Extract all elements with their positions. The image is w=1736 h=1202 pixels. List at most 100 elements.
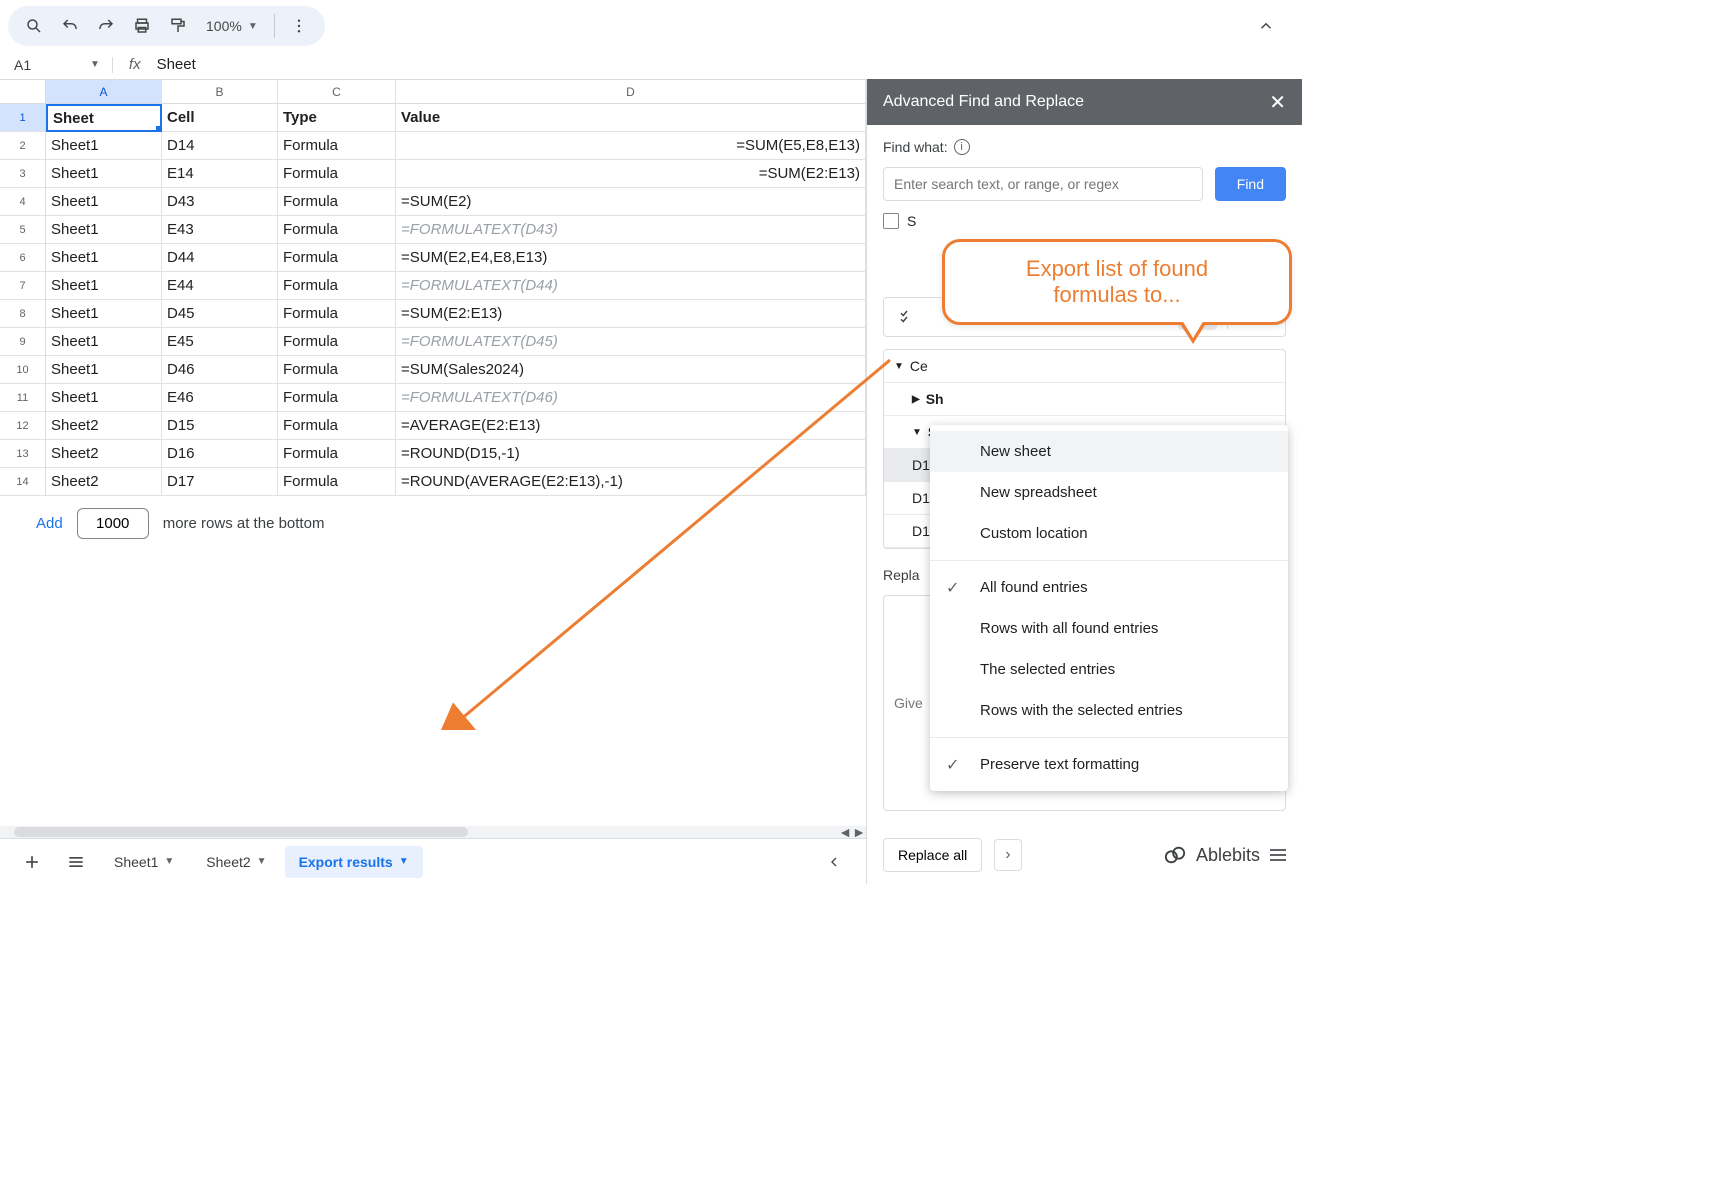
replace-all-button[interactable]: Replace all <box>883 838 982 872</box>
cell[interactable]: Formula <box>278 300 396 328</box>
cell[interactable]: =SUM(E2:E13) <box>396 300 866 328</box>
cell[interactable]: E46 <box>162 384 278 412</box>
menu-item[interactable]: The selected entries <box>930 649 1288 690</box>
cell[interactable]: Formula <box>278 328 396 356</box>
cell[interactable]: Sheet2 <box>46 468 162 496</box>
cell[interactable]: =FORMULATEXT(D45) <box>396 328 866 356</box>
collapse-toolbar-icon[interactable] <box>1248 8 1284 44</box>
print-icon[interactable] <box>126 10 158 42</box>
cell[interactable]: Formula <box>278 440 396 468</box>
cell[interactable]: =ROUND(AVERAGE(E2:E13),-1) <box>396 468 866 496</box>
row-header[interactable]: 1 <box>0 104 46 132</box>
cell[interactable]: D44 <box>162 244 278 272</box>
menu-item[interactable]: Rows with all found entries <box>930 608 1288 649</box>
menu-item[interactable]: Custom location <box>930 513 1288 554</box>
formula-bar-content[interactable]: Sheet <box>157 56 196 73</box>
row-header[interactable]: 8 <box>0 300 46 328</box>
info-icon[interactable]: i <box>954 139 970 155</box>
cell[interactable]: E45 <box>162 328 278 356</box>
tab-export-results[interactable]: Export results▼ <box>285 846 423 878</box>
cell[interactable]: E44 <box>162 272 278 300</box>
col-header-A[interactable]: A <box>46 80 162 104</box>
redo-icon[interactable] <box>90 10 122 42</box>
search-within-row[interactable]: S <box>883 213 1286 229</box>
menu-item[interactable]: Rows with the selected entries <box>930 690 1288 731</box>
cell[interactable]: Formula <box>278 160 396 188</box>
cell[interactable]: Formula <box>278 244 396 272</box>
cell[interactable]: Sheet1 <box>46 244 162 272</box>
cell[interactable]: Sheet1 <box>46 132 162 160</box>
cell[interactable]: D14 <box>162 132 278 160</box>
cell[interactable]: D17 <box>162 468 278 496</box>
paint-format-icon[interactable] <box>162 10 194 42</box>
cell[interactable]: Sheet1 <box>46 272 162 300</box>
tree-group[interactable]: ▶Sh <box>884 383 1285 416</box>
cell[interactable]: =SUM(E2:E13) <box>396 160 866 188</box>
menu-icon[interactable] <box>1270 849 1286 861</box>
cell[interactable]: Sheet1 <box>46 328 162 356</box>
row-header[interactable]: 5 <box>0 216 46 244</box>
cell[interactable]: Sheet2 <box>46 412 162 440</box>
menu-item[interactable]: ✓Preserve text formatting <box>930 744 1288 785</box>
cell[interactable]: Formula <box>278 412 396 440</box>
cell[interactable]: =SUM(E2) <box>396 188 866 216</box>
more-icon[interactable] <box>283 10 315 42</box>
cell[interactable]: D45 <box>162 300 278 328</box>
cell[interactable]: D43 <box>162 188 278 216</box>
next-result-button[interactable]: › <box>994 839 1021 871</box>
row-header[interactable]: 2 <box>0 132 46 160</box>
all-sheets-button[interactable] <box>56 843 96 881</box>
horizontal-scrollbar[interactable]: ◄ ► <box>0 826 866 838</box>
cell[interactable]: Cell <box>162 104 278 132</box>
undo-icon[interactable] <box>54 10 86 42</box>
cell[interactable]: D15 <box>162 412 278 440</box>
menu-item[interactable]: New sheet <box>930 431 1288 472</box>
search-input[interactable] <box>883 167 1203 201</box>
add-rows-input[interactable] <box>77 508 149 539</box>
col-header-D[interactable]: D <box>396 80 866 104</box>
cell[interactable]: Formula <box>278 216 396 244</box>
row-header[interactable]: 6 <box>0 244 46 272</box>
row-header[interactable]: 4 <box>0 188 46 216</box>
scroll-right-icon[interactable]: ► <box>852 825 866 839</box>
tab-sheet2[interactable]: Sheet2▼ <box>192 846 280 878</box>
find-button[interactable]: Find <box>1215 167 1286 201</box>
menu-item[interactable]: ✓All found entries <box>930 567 1288 608</box>
row-header[interactable]: 11 <box>0 384 46 412</box>
cell[interactable]: =AVERAGE(E2:E13) <box>396 412 866 440</box>
cell[interactable]: Value <box>396 104 866 132</box>
row-header[interactable]: 14 <box>0 468 46 496</box>
select-all-corner[interactable] <box>0 80 46 104</box>
cell[interactable]: Sheet1 <box>46 188 162 216</box>
col-header-B[interactable]: B <box>162 80 278 104</box>
row-header[interactable]: 3 <box>0 160 46 188</box>
cell[interactable]: =ROUND(D15,-1) <box>396 440 866 468</box>
cell[interactable]: Sheet1 <box>46 384 162 412</box>
cell[interactable]: Sheet1 <box>46 216 162 244</box>
checkbox-icon[interactable] <box>883 213 899 229</box>
select-all-icon[interactable] <box>892 304 922 330</box>
cell[interactable]: Sheet1 <box>46 160 162 188</box>
tab-sheet1[interactable]: Sheet1▼ <box>100 846 188 878</box>
tab-scroll-left-icon[interactable] <box>814 843 854 881</box>
cell[interactable]: Formula <box>278 356 396 384</box>
cell[interactable]: =SUM(E5,E8,E13) <box>396 132 866 160</box>
cell[interactable]: Formula <box>278 132 396 160</box>
zoom-selector[interactable]: 100%▼ <box>198 18 266 34</box>
close-icon[interactable]: ✕ <box>1269 90 1286 115</box>
add-sheet-button[interactable] <box>12 843 52 881</box>
add-rows-link[interactable]: Add <box>36 515 63 532</box>
cell[interactable]: =FORMULATEXT(D43) <box>396 216 866 244</box>
scroll-left-icon[interactable]: ◄ <box>838 825 852 839</box>
cell[interactable]: E14 <box>162 160 278 188</box>
cell[interactable]: Sheet1 <box>46 356 162 384</box>
menu-item[interactable]: New spreadsheet <box>930 472 1288 513</box>
cell[interactable]: =FORMULATEXT(D44) <box>396 272 866 300</box>
name-box[interactable]: A1 ▼ <box>8 57 113 73</box>
search-icon[interactable] <box>18 10 50 42</box>
cell[interactable]: Type <box>278 104 396 132</box>
cell[interactable]: E43 <box>162 216 278 244</box>
cell[interactable]: Formula <box>278 272 396 300</box>
cell[interactable]: D46 <box>162 356 278 384</box>
cell[interactable]: D16 <box>162 440 278 468</box>
